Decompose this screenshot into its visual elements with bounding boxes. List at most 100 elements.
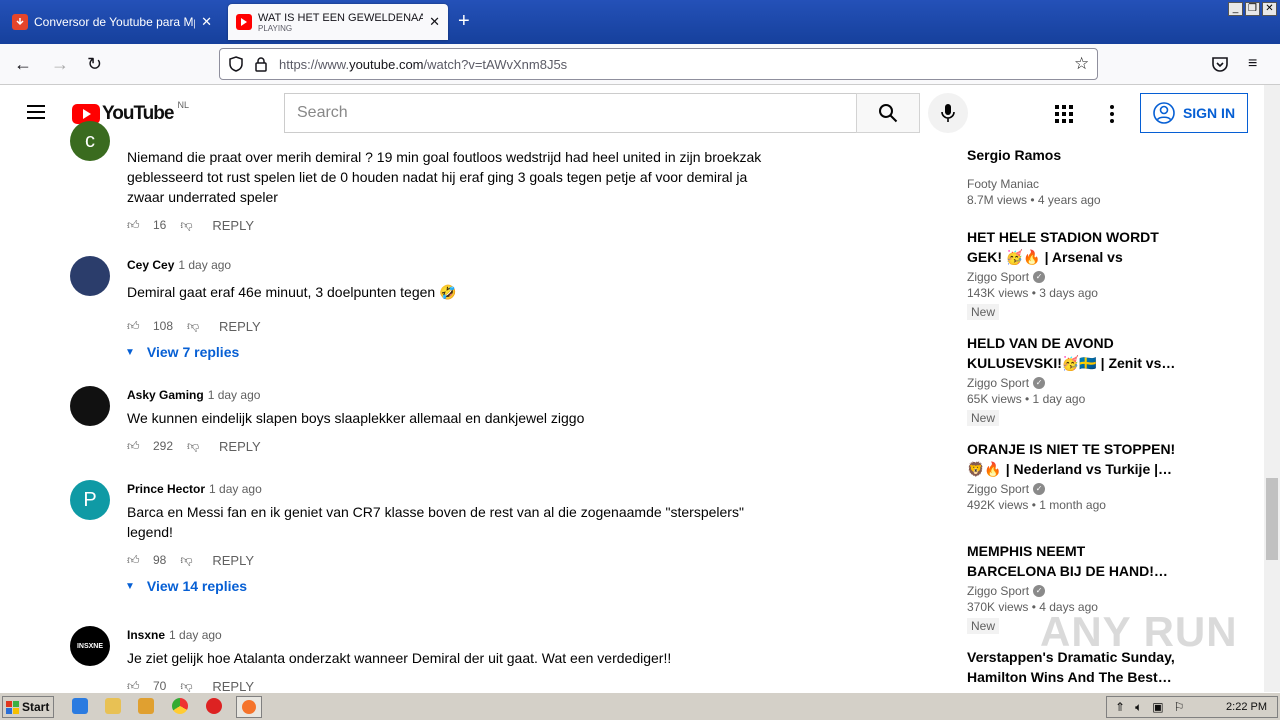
forward-arrow-icon[interactable]: → xyxy=(51,54,69,74)
chrome-icon[interactable] xyxy=(172,698,188,714)
video-channel[interactable]: Ziggo Sport ✓ xyxy=(967,584,1177,598)
bookmark-star-icon[interactable]: ☆ xyxy=(1074,54,1089,74)
volume-icon[interactable]: 🔈︎ xyxy=(1135,700,1142,715)
reply-button[interactable]: REPLY xyxy=(219,319,261,334)
related-video[interactable]: ORANJE IS NIET TE STOPPEN! 🦁🔥 | Nederlan… xyxy=(967,439,1177,512)
comment-actions: 👍︎ 98 👎︎ REPLY xyxy=(127,552,767,568)
reply-button[interactable]: REPLY xyxy=(212,218,254,233)
url-text[interactable]: https://www.youtube.com/watch?v=tAWvXnm8… xyxy=(279,57,567,72)
view-replies-button[interactable]: ▼ View 14 replies xyxy=(70,578,767,594)
scrollbar-thumb[interactable] xyxy=(1266,478,1278,560)
verified-check-icon: ✓ xyxy=(1033,377,1046,389)
video-channel[interactable]: Ziggo Sport ✓ xyxy=(967,482,1177,496)
avatar[interactable]: INSXNE xyxy=(70,626,110,666)
dislike-icon[interactable]: 👎︎ xyxy=(187,319,203,334)
avatar[interactable]: c xyxy=(70,121,110,161)
start-button[interactable]: Start xyxy=(2,696,54,718)
microphone-icon xyxy=(941,104,955,122)
video-channel[interactable]: Ziggo Sport ✓ xyxy=(967,270,1177,284)
tab-title: Conversor de Youtube para Mp3 - X xyxy=(34,15,195,29)
more-vertical-icon[interactable] xyxy=(1109,104,1115,124)
minimize-window-button[interactable]: _ xyxy=(1228,2,1243,16)
avatar[interactable] xyxy=(70,256,110,296)
lock-icon[interactable] xyxy=(254,56,268,72)
media-player-icon[interactable] xyxy=(138,698,154,714)
guide-menu-icon[interactable] xyxy=(27,101,45,123)
new-badge: New xyxy=(967,618,1000,634)
close-window-button[interactable]: ✕ xyxy=(1262,2,1277,16)
ie-icon[interactable] xyxy=(72,698,88,714)
back-arrow-icon[interactable]: ← xyxy=(14,54,32,74)
start-label: Start xyxy=(22,700,50,714)
related-video[interactable]: HET HELE STADION WORDT GEK! 🥳🔥 | Arsenal… xyxy=(967,227,1177,321)
comment-timestamp[interactable]: 1 day ago xyxy=(178,258,231,272)
like-count: 16 xyxy=(153,218,167,232)
video-channel[interactable]: Ziggo Sport ✓ xyxy=(967,376,1177,390)
address-bar[interactable]: https://www.youtube.com/watch?v=tAWvXnm8… xyxy=(219,48,1098,80)
comment-timestamp[interactable]: 1 day ago xyxy=(169,628,222,642)
tab-converter[interactable]: Conversor de Youtube para Mp3 - X ✕ xyxy=(4,4,220,40)
comment-actions: 👍︎ 70 👎︎ REPLY xyxy=(127,678,767,693)
video-title[interactable]: ORANJE IS NIET TE STOPPEN! 🦁🔥 | Nederlan… xyxy=(967,439,1177,479)
avatar[interactable]: P xyxy=(70,480,110,520)
comment-actions: 👍︎ 292 👎︎ REPLY xyxy=(127,438,767,454)
video-title[interactable]: HET HELE STADION WORDT GEK! 🥳🔥 | Arsenal… xyxy=(967,227,1177,267)
flag-icon[interactable]: ⚐ xyxy=(1174,700,1185,715)
video-title[interactable]: HELD VAN DE AVOND KULUSEVSKI!🥳🇸🇪 | Zenit… xyxy=(967,333,1177,373)
related-video[interactable]: HELD VAN DE AVOND KULUSEVSKI!🥳🇸🇪 | Zenit… xyxy=(967,333,1177,427)
like-icon[interactable]: 👍︎ xyxy=(127,319,143,334)
like-icon[interactable]: 👍︎ xyxy=(127,439,143,454)
hamburger-menu-icon[interactable]: ≡ xyxy=(1248,54,1257,74)
comment-thread: INSXNE Insxne 1 day ago Je ziet gelijk ho… xyxy=(70,626,770,692)
network-icon[interactable]: ▣ xyxy=(1152,700,1163,715)
firefox-taskbar-button[interactable] xyxy=(236,696,262,718)
anyrun-watermark: ANY RUN xyxy=(1040,608,1238,655)
folder-icon[interactable] xyxy=(105,698,121,714)
tab-youtube[interactable]: WAT IS HET EEN GEWELDENAAR! PLAYING ✕ xyxy=(228,4,448,40)
dislike-icon[interactable]: 👎︎ xyxy=(180,218,196,233)
avatar[interactable] xyxy=(70,386,110,426)
shield-icon[interactable] xyxy=(228,56,244,72)
restore-window-button[interactable]: ❐ xyxy=(1245,2,1260,16)
reload-icon[interactable]: ↻ xyxy=(87,54,102,74)
comment-timestamp[interactable]: 1 day ago xyxy=(209,482,262,496)
browser-tab-strip: Conversor de Youtube para Mp3 - X ✕ WAT … xyxy=(0,0,1280,44)
dislike-icon[interactable]: 👎︎ xyxy=(180,679,196,693)
opera-icon[interactable] xyxy=(206,698,222,714)
like-icon[interactable]: 👍︎ xyxy=(127,679,143,693)
video-meta: 492K views • 1 month ago xyxy=(967,498,1106,512)
comment-author[interactable]: Insxne xyxy=(127,628,165,642)
pocket-icon[interactable] xyxy=(1211,56,1229,72)
voice-search-button[interactable] xyxy=(928,93,968,133)
reply-button[interactable]: REPLY xyxy=(212,553,254,568)
view-replies-button[interactable]: ▼ View 7 replies xyxy=(70,344,767,360)
related-video[interactable]: Sergio Ramos Footy Maniac 8.7M views • 4… xyxy=(967,145,1177,207)
comment-author[interactable]: Prince Hector xyxy=(127,482,205,496)
chevron-down-icon: ▼ xyxy=(125,346,135,358)
reply-button[interactable]: REPLY xyxy=(212,679,254,693)
new-tab-plus-icon[interactable]: + xyxy=(458,10,470,32)
close-icon[interactable]: ✕ xyxy=(201,14,212,30)
dislike-icon[interactable]: 👎︎ xyxy=(180,553,196,568)
video-channel[interactable]: Footy Maniac xyxy=(967,177,1177,191)
close-icon[interactable]: ✕ xyxy=(429,14,440,30)
reply-button[interactable]: REPLY xyxy=(219,439,261,454)
tab-title: WAT IS HET EEN GEWELDENAAR! xyxy=(258,11,424,24)
comment-timestamp[interactable]: 1 day ago xyxy=(208,388,261,402)
comment-author[interactable]: Asky Gaming xyxy=(127,388,204,402)
sign-in-button[interactable]: SIGN IN xyxy=(1140,93,1248,133)
dislike-icon[interactable]: 👎︎ xyxy=(187,439,203,454)
comment-author[interactable]: Cey Cey xyxy=(127,258,174,272)
country-code: NL xyxy=(177,100,189,110)
search-button[interactable] xyxy=(856,93,920,133)
page-scrollbar[interactable] xyxy=(1264,85,1280,692)
tray-expand-icon[interactable]: ⇑ xyxy=(1115,700,1125,715)
video-title[interactable]: MEMPHIS NEEMT BARCELONA BIJ DE HAND!… xyxy=(967,541,1177,581)
apps-grid-icon[interactable] xyxy=(1055,105,1073,123)
like-icon[interactable]: 👍︎ xyxy=(127,553,143,568)
url-domain: youtube.com xyxy=(349,57,424,72)
video-title[interactable]: Sergio Ramos xyxy=(967,145,1177,165)
clock[interactable]: 2:22 PM xyxy=(1226,701,1267,713)
comment-thread: P Prince Hector 1 day ago Barca en Messi … xyxy=(70,480,770,610)
like-icon[interactable]: 👍︎ xyxy=(127,218,143,233)
